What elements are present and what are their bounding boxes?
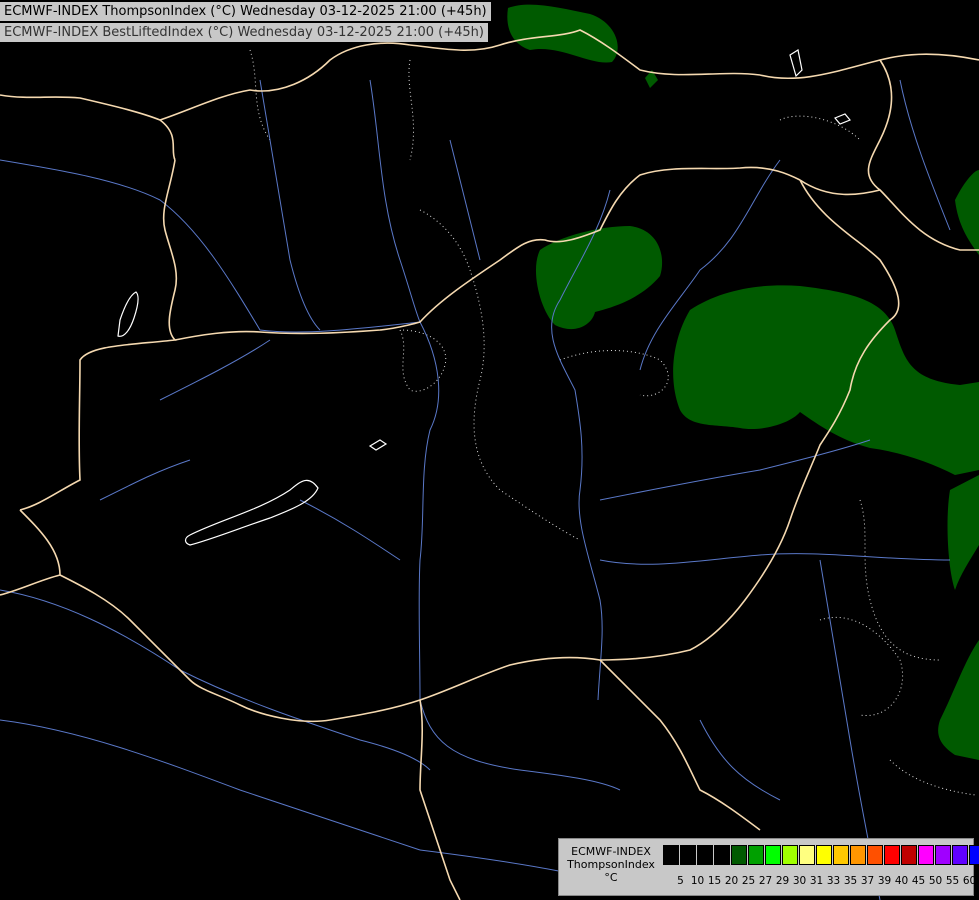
legend-tick-label: 50 — [928, 875, 943, 887]
legend-swatch — [867, 845, 883, 865]
color-legend: ECMWF-INDEX ThompsonIndex °C 5 10 15 20 25 27… — [558, 838, 979, 896]
legend-tick-label: 25 — [741, 875, 756, 887]
legend-tick-label: 31 — [809, 875, 824, 887]
legend-swatch — [935, 845, 951, 865]
map-canvas — [0, 0, 979, 900]
legend-swatch — [731, 845, 747, 865]
legend-tick-label: 30 — [792, 875, 807, 887]
legend-caption-parameter: ThompsonIndex — [567, 858, 655, 871]
title-thompson-index: ECMWF-INDEX ThompsonIndex (°C) Wednesday… — [0, 2, 491, 21]
legend-swatch — [952, 845, 968, 865]
legend-tick-label: 33 — [826, 875, 841, 887]
legend-swatch — [901, 845, 917, 865]
legend-tick-label: 35 — [843, 875, 858, 887]
legend-caption-unit: °C — [604, 871, 618, 884]
legend-tick-label: 45 — [911, 875, 926, 887]
legend-swatch — [697, 845, 713, 865]
legend-tick-label: 60 — [962, 875, 977, 887]
legend-ticks: 5 10 15 20 25 27 29 30 31 33 35 37 39 40 45 50 55 60 — [663, 875, 978, 887]
legend-swatch — [833, 845, 849, 865]
legend-swatch — [663, 845, 679, 865]
legend-swatch — [884, 845, 900, 865]
legend-caption-model: ECMWF-INDEX — [571, 845, 651, 858]
legend-swatch — [918, 845, 934, 865]
legend-tick-label: 37 — [860, 875, 875, 887]
legend-swatch — [782, 845, 798, 865]
legend-swatch — [816, 845, 832, 865]
title-best-lifted-index: ECMWF-INDEX BestLiftedIndex (°C) Wednesd… — [0, 23, 488, 42]
legend-swatch — [850, 845, 866, 865]
legend-tick-label: 39 — [877, 875, 892, 887]
legend-caption: ECMWF-INDEX ThompsonIndex °C — [563, 845, 659, 884]
legend-swatch — [680, 845, 696, 865]
legend-swatch — [714, 845, 730, 865]
legend-swatch — [748, 845, 764, 865]
legend-tick-label: 15 — [707, 875, 722, 887]
legend-tick-label: 5 — [677, 875, 684, 887]
legend-swatch — [969, 845, 979, 865]
map-background — [0, 0, 979, 900]
legend-swatch — [799, 845, 815, 865]
legend-tick-label: 40 — [894, 875, 909, 887]
legend-tick-label: 10 — [690, 875, 705, 887]
legend-tick-label: 55 — [945, 875, 960, 887]
legend-swatch — [765, 845, 781, 865]
legend-tick-label: 20 — [724, 875, 739, 887]
legend-tick-label: 27 — [758, 875, 773, 887]
legend-tick-label: 29 — [775, 875, 790, 887]
legend-swatches — [663, 845, 979, 865]
